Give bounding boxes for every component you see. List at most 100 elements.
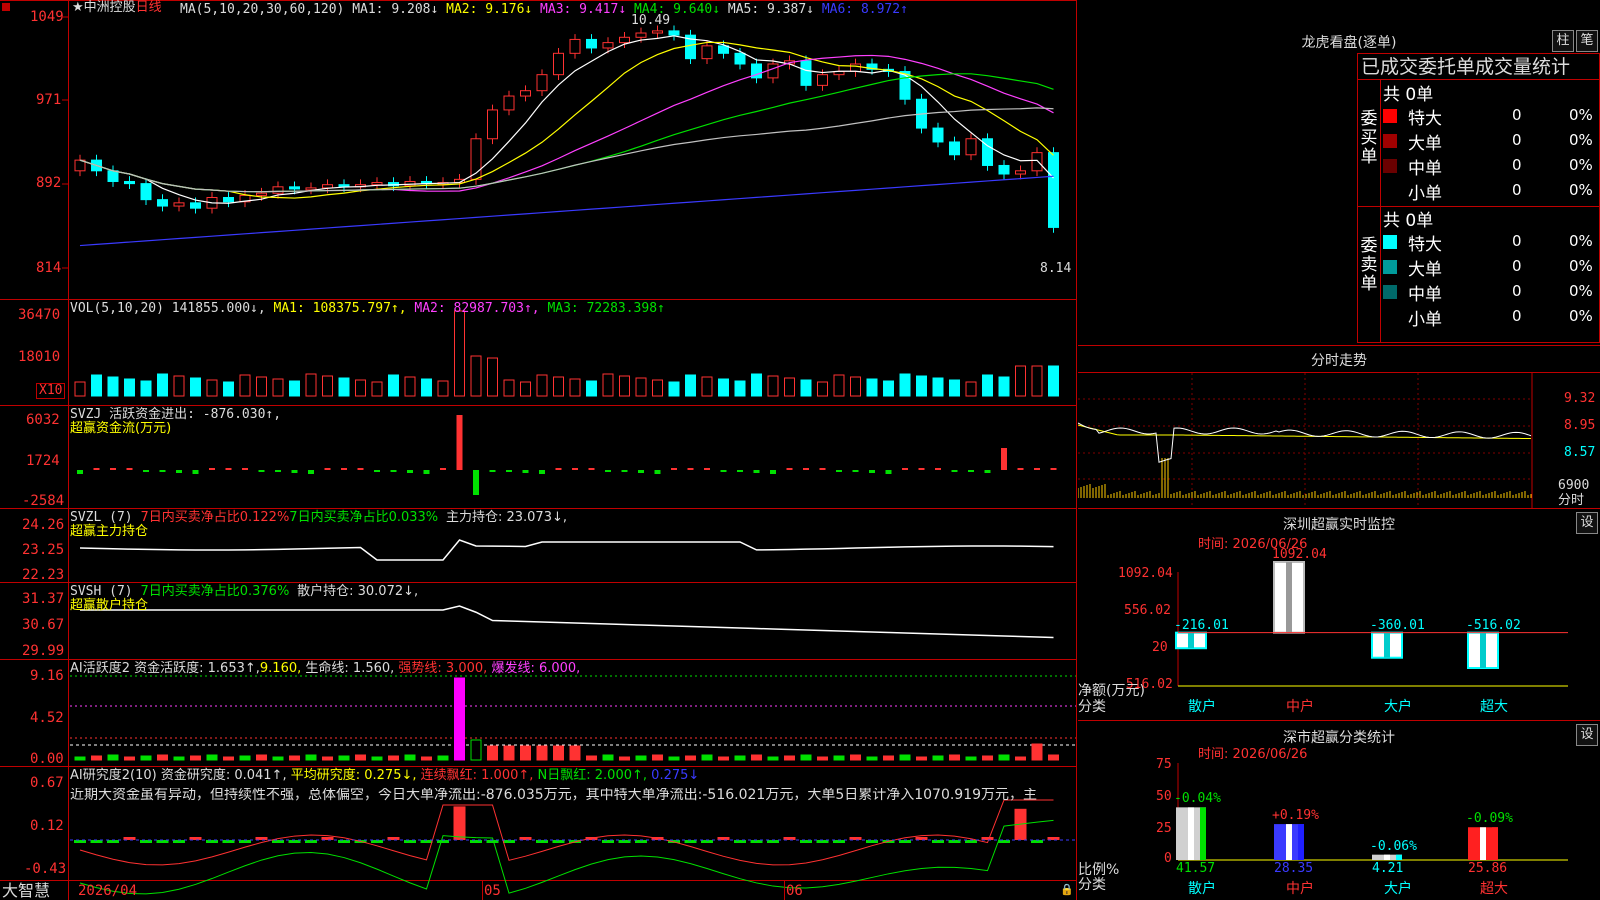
sell-name: 大单 <box>1408 260 1442 280</box>
candle-body <box>272 186 284 194</box>
class-bar-delta: +0.19% <box>1272 808 1319 824</box>
candle-body <box>652 30 663 34</box>
sell-total: 共 0单 <box>1383 211 1434 231</box>
svzj-bar <box>489 470 496 472</box>
sell-orders-label: 委卖单 <box>1360 236 1378 294</box>
ai2-t2: 平均研究度: 0.275↓, <box>290 768 417 783</box>
ai1-bar <box>553 745 564 761</box>
ai1-bar <box>899 754 911 761</box>
ai2-bar <box>453 806 466 840</box>
svzj-bar <box>110 468 116 470</box>
candlestick-series <box>74 25 1059 233</box>
tick-view-button[interactable]: 笔 <box>1576 30 1598 52</box>
ai2-t3: 连续飘红: 1.000↑, <box>420 768 534 783</box>
sz-class-chart <box>1176 763 1568 861</box>
svzj-bar <box>308 470 314 474</box>
svzl-t1: 7日内买卖净占比0.122% <box>140 510 290 525</box>
order-stats-title: 已成交委托单成交量统计 <box>1361 56 1571 78</box>
volume-bar <box>883 380 894 397</box>
ai1-t1: 资金活跃度: 1.653↑, <box>134 661 260 676</box>
sz-class-settings-button[interactable]: 设 <box>1576 724 1598 746</box>
sz-monitor-settings-button[interactable]: 设 <box>1576 512 1598 534</box>
candle-body <box>322 184 333 189</box>
vol-label: VOL(5,10,20) <box>70 301 164 316</box>
sell-name: 中单 <box>1408 285 1442 305</box>
sell-pct: 0% <box>1569 307 1593 325</box>
vol-value: 141855.000↓, <box>171 301 266 316</box>
candle-body <box>107 170 119 182</box>
volume-bar <box>371 381 383 397</box>
volume-bar <box>850 376 861 397</box>
monitor-bar-value: -516.02 <box>1466 617 1521 633</box>
candle-body <box>140 183 152 201</box>
candle-body <box>949 141 960 156</box>
svzj-bar <box>885 470 892 474</box>
right-panel: 龙虎看盘(逐单) 柱 笔 已成交委托单成交量统计 委买单 委卖单 共 0单 特大… <box>1078 0 1600 900</box>
volume-bar <box>751 373 762 397</box>
sell-name: 小单 <box>1408 310 1442 330</box>
candle-body <box>124 180 135 185</box>
svzj-bar <box>1001 448 1007 470</box>
ai1-bar <box>388 755 399 761</box>
volume-bar <box>1015 365 1026 397</box>
xaxis-month-05: 05 <box>484 883 501 899</box>
ai1-bar <box>784 755 795 761</box>
ai1-t4: 强势线: 3.000, <box>398 661 488 676</box>
sell-color-swatch <box>1383 310 1397 324</box>
sell-color-swatch <box>1383 260 1397 274</box>
ai-activity-bars <box>70 675 1076 761</box>
main-chart-area[interactable]: ★中洲控股日线 MA(5,10,20,30,60,120) MA1: 9.208… <box>0 0 1077 900</box>
candle-body <box>800 60 812 86</box>
volume-bar <box>685 374 696 397</box>
ai1-bar <box>421 756 432 761</box>
ai1-label: AI活跃度2 <box>70 661 130 676</box>
class-bar-value: 28.35 <box>1274 861 1314 876</box>
lock-icon[interactable]: 🔒 <box>1060 883 1074 897</box>
svzj-bar <box>506 470 512 472</box>
ai1-bar <box>668 756 680 761</box>
svzj-bar <box>588 468 595 470</box>
svzj-bar <box>324 468 331 470</box>
volume-bar <box>91 374 102 397</box>
ai1-bar <box>305 754 317 761</box>
svzj-tick-2: 1724 <box>26 453 60 469</box>
ai1-bar <box>850 754 861 761</box>
ai1-bar <box>223 756 234 761</box>
ai1-bar <box>91 755 102 761</box>
svzj-bar <box>869 470 875 473</box>
volume-bar <box>520 381 531 397</box>
buy-count: 0 <box>1512 156 1522 174</box>
svzj-bar <box>621 470 628 472</box>
volume-bar <box>767 375 779 397</box>
svzj-bar <box>1017 468 1024 470</box>
ai1-bar <box>866 756 878 761</box>
svzj-header: SVZJ 活跃资金进出: -876.030↑, <box>70 408 281 422</box>
intraday-tick-3: 8.57 <box>1564 445 1596 460</box>
buy-color-swatch <box>1383 159 1397 173</box>
class-bar-delta: -0.06% <box>1370 838 1417 854</box>
volume-bar <box>734 380 746 397</box>
intraday-tick-2: 8.95 <box>1564 418 1596 433</box>
ai1-bar <box>272 756 284 761</box>
ai-research-bars <box>70 799 1076 895</box>
svzj-bar <box>902 468 908 470</box>
svzj-bar <box>836 470 842 472</box>
sell-color-swatch <box>1383 285 1397 299</box>
ai2-tick-3: -0.43 <box>24 861 67 877</box>
ai1-bar <box>883 755 894 761</box>
ai1-bar <box>503 745 515 761</box>
volume-bar <box>635 377 647 397</box>
svzj-bar <box>852 470 859 472</box>
ai1-bar <box>965 756 977 761</box>
svsh-tick-1: 31.37 <box>22 591 65 607</box>
monitor-category: 散户 <box>1188 699 1216 715</box>
svzj-bar <box>555 468 562 470</box>
volume-bar <box>602 373 614 397</box>
intraday-chart[interactable] <box>1078 373 1600 508</box>
ai1-bar <box>289 755 300 761</box>
svzj-bar <box>192 470 199 474</box>
ma-line <box>79 41 1054 199</box>
class-category: 散户 <box>1188 881 1216 897</box>
ai1-bar <box>602 754 614 761</box>
bar-view-button[interactable]: 柱 <box>1552 30 1574 52</box>
